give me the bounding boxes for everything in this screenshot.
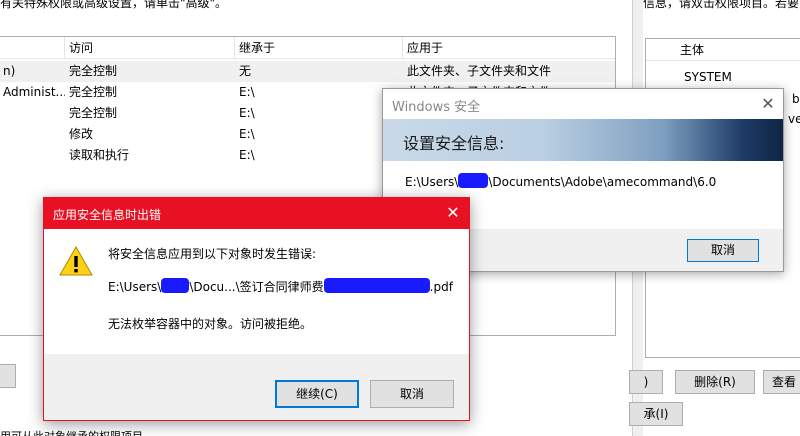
current-path: E:\Users\ \Documents\Adobe\amecommand\6.0 <box>405 173 716 189</box>
add-button[interactable]: ) <box>629 370 663 394</box>
row-access: 完全控制 <box>69 64 118 78</box>
dialog-titlebar[interactable]: 应用安全信息时出错 ✕ <box>44 198 469 229</box>
row-principal <box>0 103 65 124</box>
dialog-content: 将安全信息应用到以下对象时发生错误: E:\Users\ \Docu...\签订合… <box>44 229 469 354</box>
column-header-principal[interactable] <box>0 37 65 59</box>
dialog-title: 应用安全信息时出错 <box>53 208 162 222</box>
column-header-access[interactable]: 访问 <box>65 37 235 59</box>
row-inherited: 无 <box>239 64 252 78</box>
permissions-table-header: 访问 继承于 应用于 <box>0 37 615 59</box>
path-prefix: E:\Users\ <box>405 175 459 189</box>
inherit-hint-text: 用可从此对象继承的权限项目 <box>0 428 200 436</box>
progress-banner: 设置安全信息: <box>383 119 783 161</box>
dialog-title: Windows 安全 <box>392 100 481 115</box>
redaction-mark <box>161 278 190 293</box>
redaction-mark <box>458 173 489 188</box>
close-icon[interactable]: ✕ <box>442 202 464 224</box>
error-path: E:\Users\ \Docu...\签订合同律师费 .pdf <box>108 278 453 295</box>
advanced-hint-text: 信息，请双击权限项目。若要 <box>643 0 800 10</box>
row-access: 修改 <box>69 127 94 141</box>
path-suffix: .pdf <box>429 280 453 294</box>
redaction-mark <box>323 278 430 293</box>
row-principal: n) <box>3 64 16 78</box>
dialog-titlebar[interactable]: Windows 安全 ✕ <box>383 89 783 119</box>
principal-row[interactable]: bb <box>788 89 800 110</box>
view-button[interactable]: 查看 <box>763 370 800 394</box>
close-icon[interactable]: ✕ <box>757 93 779 115</box>
row-principal <box>0 145 65 166</box>
path-prefix: E:\Users\ <box>108 280 162 294</box>
row-principal <box>0 124 65 145</box>
path-suffix: \Documents\Adobe\amecommand\6.0 <box>488 175 717 189</box>
error-message: 将安全信息应用到以下对象时发生错误: <box>108 247 317 261</box>
add-button-partial[interactable] <box>0 364 16 388</box>
row-inherited: E:\ <box>239 106 255 120</box>
error-dialog: 应用安全信息时出错 ✕ 将安全信息应用到以下对象时发生错误: E:\Users\… <box>43 197 470 421</box>
table-row[interactable]: n) 完全控制 无 此文件夹、子文件夹和文件 <box>0 61 615 82</box>
delete-button[interactable]: 删除(R) <box>675 370 755 394</box>
permissions-hint-text: 有关特殊权限或高级设置，请单击"高级"。 <box>0 0 228 10</box>
row-applies: 此文件夹、子文件夹和文件 <box>407 64 552 78</box>
principal-row[interactable]: ve. <box>784 109 800 130</box>
banner-heading: 设置安全信息: <box>403 134 505 153</box>
row-access: 读取和执行 <box>69 148 130 162</box>
warning-icon <box>59 245 93 276</box>
row-inherited: E:\ <box>239 85 255 99</box>
row-access: 完全控制 <box>69 106 118 120</box>
column-header-principal[interactable]: 主体 <box>676 39 800 61</box>
continue-button[interactable]: 继续(C) <box>275 380 359 408</box>
error-detail: 无法枚举容器中的对象。访问被拒绝。 <box>108 317 313 331</box>
cancel-button[interactable]: 取消 <box>687 239 759 262</box>
inherit-button[interactable]: 承(I) <box>629 402 683 426</box>
principal-row[interactable]: SYSTEM <box>680 67 800 88</box>
row-inherited: E:\ <box>239 127 255 141</box>
cancel-button[interactable]: 取消 <box>370 380 454 408</box>
row-access: 完全控制 <box>69 85 118 99</box>
row-principal: Administ... <box>3 85 65 99</box>
principals-table-header: 主体 <box>646 39 800 61</box>
column-header-applies[interactable]: 应用于 <box>403 37 615 59</box>
row-inherited: E:\ <box>239 148 255 162</box>
path-middle: \Docu...\签订合同律师费 <box>189 280 324 294</box>
column-header-inherited[interactable]: 继承于 <box>235 37 403 59</box>
